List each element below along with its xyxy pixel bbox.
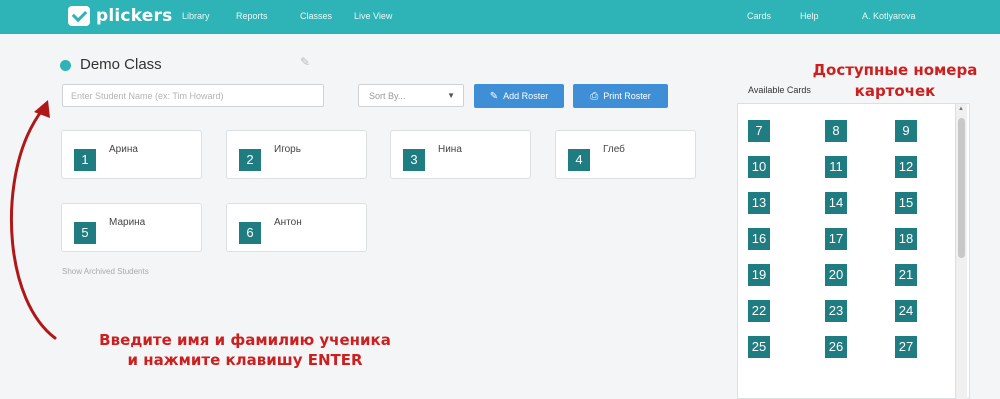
class-title: Demo Class: [80, 56, 162, 73]
nav-classes[interactable]: Classes: [300, 11, 332, 21]
pencil-icon: ✎: [489, 90, 499, 102]
scrollbar[interactable]: ▲: [955, 104, 967, 399]
available-card-tile[interactable]: 24: [895, 300, 917, 322]
scroll-up-icon[interactable]: ▲: [958, 106, 964, 112]
student-card[interactable]: 6 Антон: [226, 203, 367, 252]
card-number: 6: [239, 222, 261, 244]
top-nav-bar: plickers Library Reports Classes Live Vi…: [0, 0, 1000, 34]
available-card-tile[interactable]: 9: [895, 120, 917, 142]
card-number: 5: [74, 222, 96, 244]
show-archived-students-link[interactable]: Show Archived Students: [62, 267, 149, 276]
nav-cards[interactable]: Cards: [747, 11, 771, 21]
available-numbers-annotation: Доступные номера карточек: [790, 60, 1000, 102]
scroll-thumb[interactable]: [958, 118, 965, 258]
available-cards-panel: 7 8 9 10 11 12 13 14 15 16 17 18 19 20 21 22 23 24 25 26 27: [737, 103, 970, 399]
printer-icon: ⎙: [590, 90, 599, 102]
available-card-tile[interactable]: 14: [825, 192, 847, 214]
caret-down-icon: ▼: [447, 91, 455, 100]
card-number: 1: [74, 149, 96, 171]
student-card[interactable]: 3 Нина: [390, 130, 531, 179]
student-name: Арина: [109, 144, 138, 155]
student-card[interactable]: 2 Игорь: [226, 130, 367, 179]
class-status-dot: [60, 60, 71, 71]
print-roster-button[interactable]: ⎙ Print Roster: [573, 84, 668, 108]
available-card-tile[interactable]: 13: [748, 192, 770, 214]
student-name: Нина: [438, 144, 462, 155]
enter-name-annotation: Введите имя и фамилию ученика и нажмите …: [60, 330, 430, 370]
nav-library[interactable]: Library: [182, 11, 210, 21]
logo-text: plickers: [96, 6, 173, 26]
available-card-tile[interactable]: 19: [748, 264, 770, 286]
student-card[interactable]: 5 Марина: [61, 203, 202, 252]
student-name: Игорь: [274, 144, 301, 155]
student-name: Марина: [109, 217, 146, 228]
available-card-tile[interactable]: 15: [895, 192, 917, 214]
available-card-tile[interactable]: 20: [825, 264, 847, 286]
nav-help[interactable]: Help: [800, 11, 819, 21]
annotation-line: карточек: [854, 82, 936, 100]
available-card-tile[interactable]: 10: [748, 156, 770, 178]
pencil-icon[interactable]: ✎: [300, 55, 314, 69]
sort-by-label: Sort By...: [369, 91, 406, 101]
add-roster-label: Add Roster: [503, 91, 549, 101]
card-number: 2: [239, 149, 261, 171]
student-card[interactable]: 1 Арина: [61, 130, 202, 179]
nav-reports[interactable]: Reports: [236, 11, 268, 21]
logo[interactable]: plickers: [68, 6, 172, 26]
available-card-tile[interactable]: 12: [895, 156, 917, 178]
student-name: Антон: [274, 217, 302, 228]
available-card-tile[interactable]: 26: [825, 336, 847, 358]
available-card-tile[interactable]: 27: [895, 336, 917, 358]
card-number: 3: [403, 149, 425, 171]
available-card-tile[interactable]: 18: [895, 228, 917, 250]
student-name-input[interactable]: [62, 84, 324, 107]
available-card-tile[interactable]: 16: [748, 228, 770, 250]
nav-live-view[interactable]: Live View: [354, 11, 392, 21]
available-card-tile[interactable]: 25: [748, 336, 770, 358]
available-card-tile[interactable]: 11: [825, 156, 847, 178]
available-card-tile[interactable]: 23: [825, 300, 847, 322]
plickers-logo-icon: [68, 6, 90, 26]
nav-user-account[interactable]: A. Kotlyarova: [862, 11, 916, 21]
add-roster-button[interactable]: ✎ Add Roster: [474, 84, 564, 108]
print-roster-label: Print Roster: [603, 91, 651, 101]
annotation-line: Введите имя и фамилию ученика: [99, 331, 391, 349]
student-card[interactable]: 4 Глеб: [555, 130, 696, 179]
card-number: 4: [568, 149, 590, 171]
available-card-tile[interactable]: 7: [748, 120, 770, 142]
available-card-tile[interactable]: 21: [895, 264, 917, 286]
annotation-line: Доступные номера: [812, 61, 978, 79]
annotation-line: и нажмите клавишу ENTER: [127, 351, 363, 369]
available-card-tile[interactable]: 22: [748, 300, 770, 322]
available-card-tile[interactable]: 17: [825, 228, 847, 250]
sort-by-select[interactable]: Sort By... ▼: [358, 84, 464, 107]
student-name: Глеб: [603, 144, 625, 155]
available-card-tile[interactable]: 8: [825, 120, 847, 142]
